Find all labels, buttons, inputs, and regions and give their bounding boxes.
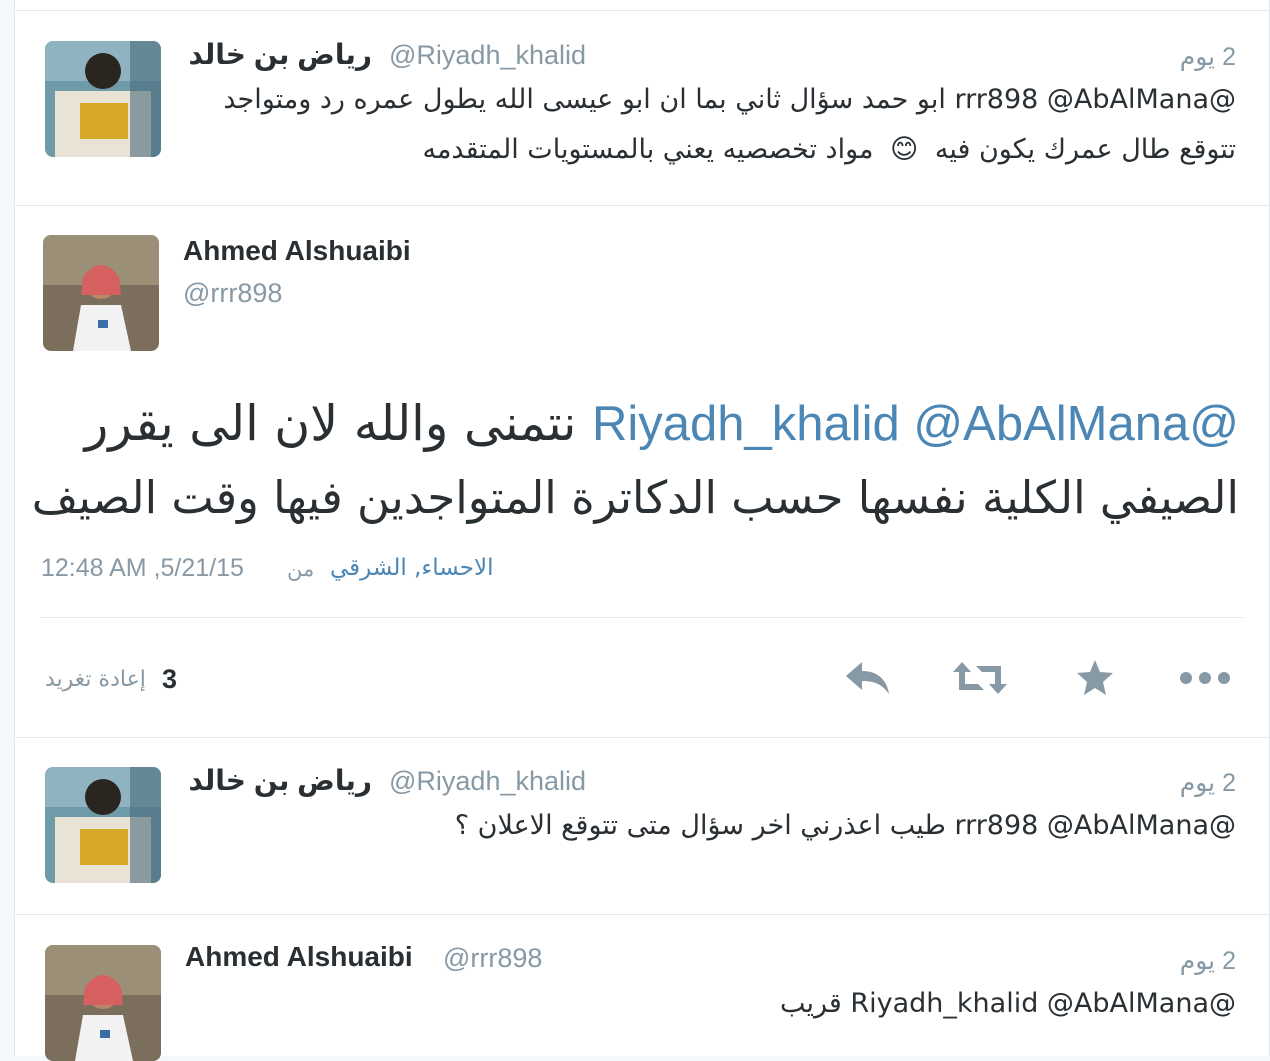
author-handle[interactable]: @Riyadh_khalid — [389, 40, 586, 71]
main-tweet-line1: @Riyadh_khalid @AbAlMana نتمنى والله لان… — [85, 394, 1239, 454]
avatar[interactable] — [43, 235, 159, 351]
avatar[interactable] — [45, 767, 161, 883]
more-button[interactable] — [1177, 654, 1233, 702]
star-icon — [1077, 660, 1113, 695]
conversation-frame: رياض بن خالد @Riyadh_khalid 2 يوم @rrr89… — [14, 0, 1270, 1061]
more-dots-icon — [1180, 672, 1230, 684]
retweet-icon — [953, 662, 1007, 694]
divider — [15, 10, 1269, 11]
author-name[interactable]: رياض بن خالد — [189, 38, 372, 71]
avatar-image — [45, 41, 161, 157]
divider — [15, 205, 1269, 206]
tweet-text-line1: @Riyadh_khalid @AbAlMana قريب — [779, 988, 1236, 1019]
favorite-button[interactable] — [1067, 654, 1123, 702]
retweet-button[interactable] — [952, 654, 1008, 702]
smile-emoji-icon: 😊 — [890, 134, 919, 165]
divider — [15, 737, 1269, 738]
tweet-time[interactable]: 2 يوم — [1180, 768, 1236, 798]
avatar-image — [43, 235, 159, 351]
author-name[interactable]: رياض بن خالد — [189, 764, 372, 797]
tweet-text-segment: تتوقع طال عمرك يكون فيه — [934, 134, 1236, 165]
author-name[interactable]: Ahmed Alshuaibi — [185, 941, 413, 973]
tweet-text-segment: نتمنى والله لان الى يقرر — [84, 395, 577, 452]
author-name[interactable]: Ahmed Alshuaibi — [183, 235, 411, 267]
author-handle[interactable]: @rrr898 — [443, 943, 542, 974]
avatar-image — [45, 945, 161, 1061]
main-tweet-line2: الصيفي الكلية نفسها حسب الدكاترة المتواج… — [31, 471, 1239, 524]
mention-links[interactable]: @Riyadh_khalid @AbAlMana — [592, 397, 1239, 451]
retweet-count[interactable]: 3 — [162, 664, 177, 695]
tweet-timestamp[interactable]: 12:48 AM ,5/21/15 — [41, 554, 244, 583]
from-label: من — [287, 557, 315, 581]
divider — [15, 914, 1269, 915]
tweet-text-line1: @rrr898 @AbAlMana ابو حمد سؤال ثاني بما … — [223, 84, 1236, 115]
location-link[interactable]: الاحساء, الشرقي — [330, 555, 493, 581]
tweet-time[interactable]: 2 يوم — [1180, 42, 1236, 72]
retweet-count-label[interactable]: إعادة تغريد — [45, 667, 146, 692]
reply-icon — [846, 662, 889, 694]
tweet-text-line1: @rrr898 @AbAlMana طيب اعذرني اخر سؤال مت… — [454, 810, 1236, 841]
divider — [41, 617, 1243, 618]
avatar[interactable] — [45, 41, 161, 157]
tweet-text-segment: مواد تخصصيه يعني بالمستويات المتقدمه — [422, 134, 874, 165]
avatar[interactable] — [45, 945, 161, 1061]
avatar-image — [45, 767, 161, 883]
reply-button[interactable] — [840, 654, 896, 702]
author-handle[interactable]: @rrr898 — [183, 278, 282, 309]
tweet-time[interactable]: 2 يوم — [1180, 946, 1236, 976]
tweet-text-line2: تتوقع طال عمرك يكون فيه 😊 مواد تخصصيه يع… — [422, 134, 1236, 165]
author-handle[interactable]: @Riyadh_khalid — [389, 766, 586, 797]
